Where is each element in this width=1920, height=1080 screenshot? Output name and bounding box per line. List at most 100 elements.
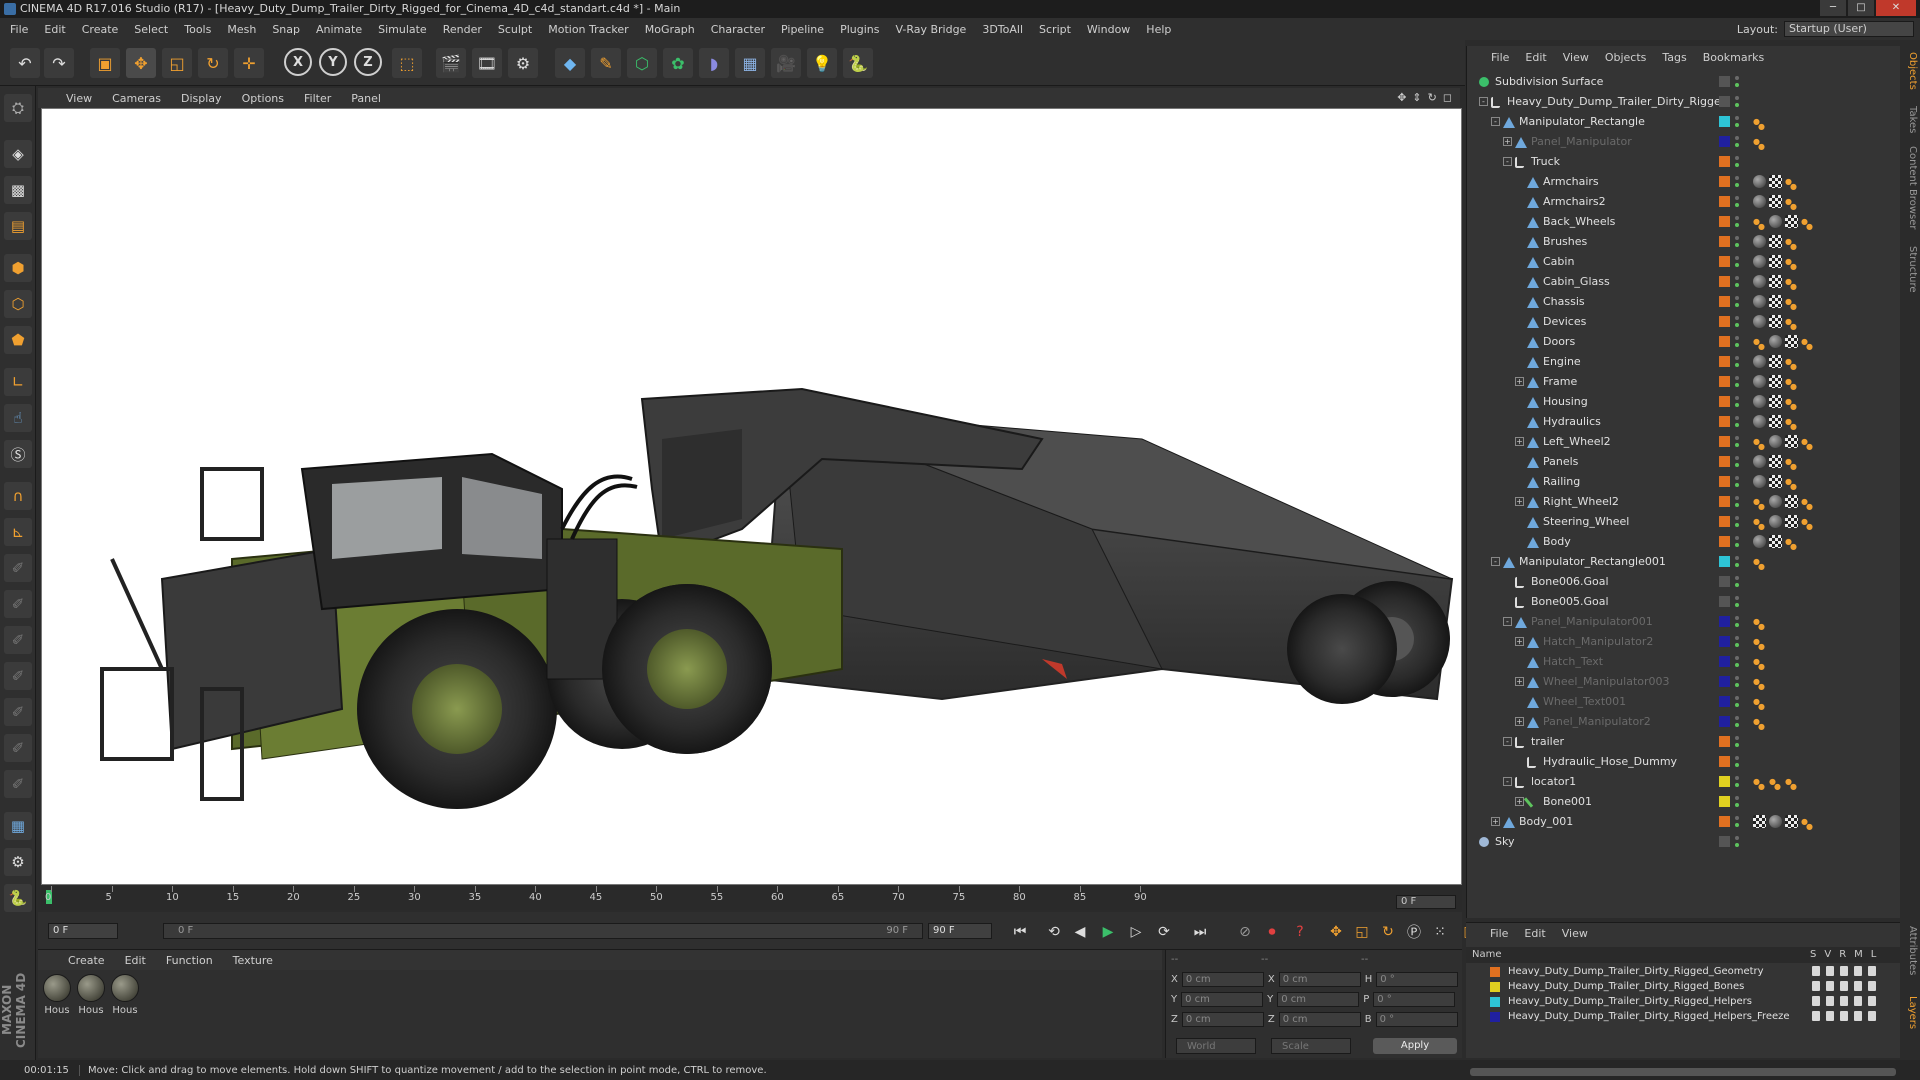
transform-tool-icon[interactable]: ✛: [234, 48, 264, 78]
object-row[interactable]: + Bone001: [1473, 792, 1897, 812]
material-tag-icon[interactable]: [1769, 215, 1782, 228]
material-tag-icon[interactable]: [1769, 815, 1782, 828]
collapse-icon[interactable]: -: [1503, 157, 1512, 166]
material-tag-icon[interactable]: [1753, 295, 1766, 308]
visibility-dots[interactable]: [1735, 116, 1739, 128]
python-script-icon[interactable]: 🐍: [843, 48, 873, 78]
ik-tag-icon[interactable]: [1785, 272, 1798, 297]
key-position-icon[interactable]: ✥: [1324, 920, 1348, 944]
material-tag-icon[interactable]: [1753, 255, 1766, 268]
layer-color-swatch[interactable]: [1719, 156, 1730, 167]
key-parameter-icon[interactable]: Ⓟ: [1402, 920, 1426, 944]
redo-icon[interactable]: ↷: [44, 48, 74, 78]
object-row[interactable]: + Panel_Manipulator2: [1473, 712, 1897, 737]
key-pla-icon[interactable]: ⁙: [1428, 920, 1452, 944]
go-to-end-icon[interactable]: ⏭: [1188, 920, 1212, 944]
visibility-dots[interactable]: [1735, 236, 1739, 248]
points-mode-icon[interactable]: ⬢: [4, 254, 32, 282]
key-scale-icon[interactable]: ◱: [1350, 920, 1374, 944]
object-row[interactable]: Bone005.Goal: [1473, 592, 1897, 612]
scale-tool-icon[interactable]: ◱: [162, 48, 192, 78]
x-axis-lock-button[interactable]: X: [284, 48, 312, 76]
spline-pen-icon[interactable]: ✎: [591, 48, 621, 78]
ik-tag-icon[interactable]: [1753, 212, 1766, 237]
object-row[interactable]: Housing: [1473, 392, 1897, 417]
menu-item-simulate[interactable]: Simulate: [378, 23, 427, 36]
layer-color-swatch[interactable]: [1719, 76, 1730, 87]
menu-item-mograph[interactable]: MoGraph: [645, 23, 695, 36]
object-row[interactable]: Cabin: [1473, 252, 1897, 277]
layer-color-swatch[interactable]: [1719, 236, 1730, 247]
position-value-field[interactable]: 0 cm: [1181, 992, 1264, 1007]
size-mode-dropdown[interactable]: Scale: [1271, 1038, 1351, 1054]
layer-horizontal-scrollbar[interactable]: [1470, 1068, 1896, 1076]
side-tab-content-browser[interactable]: Content Browser: [1902, 146, 1918, 229]
object-row[interactable]: Panels: [1473, 452, 1897, 477]
layer-color-swatch[interactable]: [1490, 997, 1500, 1007]
texture-tag-icon[interactable]: [1769, 235, 1782, 248]
previous-key-icon[interactable]: ⟲: [1042, 920, 1066, 944]
layer-menu-view[interactable]: View: [1562, 927, 1588, 940]
material-tag-icon[interactable]: [1769, 495, 1782, 508]
pose-tool-icon[interactable]: ✐: [4, 590, 32, 618]
position-value-field[interactable]: 0 cm: [1181, 1012, 1264, 1027]
workplane-mode-icon[interactable]: ▤: [4, 212, 32, 240]
floor-environment-icon[interactable]: ▦: [735, 48, 765, 78]
model-mode-icon[interactable]: ◈: [4, 140, 32, 168]
mirror-tool-icon[interactable]: ✐: [4, 698, 32, 726]
move-tool-icon[interactable]: ✥: [126, 48, 156, 78]
grid-lock-icon[interactable]: ▦: [4, 812, 32, 840]
collapse-icon[interactable]: -: [1503, 737, 1512, 746]
size-value-field[interactable]: 0 cm: [1278, 1012, 1361, 1027]
expand-icon[interactable]: +: [1515, 677, 1524, 686]
layer-color-swatch[interactable]: [1719, 316, 1730, 327]
visibility-dots[interactable]: [1735, 556, 1739, 568]
visibility-dots[interactable]: [1735, 416, 1739, 428]
object-row[interactable]: + Frame: [1473, 372, 1897, 397]
ik-tag-icon[interactable]: [1753, 132, 1766, 157]
visibility-dots[interactable]: [1735, 76, 1739, 88]
layer-flag-toggle[interactable]: [1826, 1011, 1834, 1021]
expand-icon[interactable]: +: [1515, 797, 1524, 806]
subdivision-generator-icon[interactable]: ⬡: [627, 48, 657, 78]
side-tab-structure[interactable]: Structure: [1902, 246, 1918, 293]
material-menu-texture[interactable]: Texture: [233, 954, 273, 967]
layer-flag-toggle[interactable]: [1812, 966, 1820, 976]
viewport-menu-panel[interactable]: Panel: [351, 92, 381, 105]
texture-tag-icon[interactable]: [1785, 815, 1798, 828]
layer-color-swatch[interactable]: [1719, 176, 1730, 187]
object-row[interactable]: - Panel_Manipulator001: [1473, 612, 1897, 637]
layer-color-swatch[interactable]: [1490, 967, 1500, 977]
layer-flag-toggle[interactable]: [1854, 996, 1862, 1006]
collapse-icon[interactable]: -: [1479, 97, 1488, 106]
texture-tag-icon[interactable]: [1753, 815, 1766, 828]
material-tag-icon[interactable]: [1753, 195, 1766, 208]
ik-tag-icon[interactable]: [1753, 632, 1766, 657]
layer-color-swatch[interactable]: [1719, 496, 1730, 507]
layer-color-swatch[interactable]: [1719, 396, 1730, 407]
visibility-dots[interactable]: [1735, 716, 1739, 728]
object-row[interactable]: Back_Wheels: [1473, 212, 1897, 237]
menu-item-help[interactable]: Help: [1146, 23, 1171, 36]
brush-tool-icon[interactable]: ✐: [4, 554, 32, 582]
visibility-dots[interactable]: [1735, 356, 1739, 368]
material-tag-icon[interactable]: [1753, 395, 1766, 408]
object-row[interactable]: Hydraulics: [1473, 412, 1897, 437]
collapse-icon[interactable]: -: [1503, 617, 1512, 626]
spline-ik-icon[interactable]: ⚙: [4, 848, 32, 876]
visibility-dots[interactable]: [1735, 396, 1739, 408]
psr-tool-icon[interactable]: ✐: [4, 662, 32, 690]
material-tag-icon[interactable]: [1753, 235, 1766, 248]
object-row[interactable]: Wheel_Text001: [1473, 692, 1897, 717]
texture-tag-icon[interactable]: [1785, 515, 1798, 528]
visibility-dots[interactable]: [1735, 816, 1739, 828]
viewport-menu-display[interactable]: Display: [181, 92, 222, 105]
visibility-dots[interactable]: [1735, 456, 1739, 468]
layer-flag-toggle[interactable]: [1812, 1011, 1820, 1021]
menu-item-motion-tracker[interactable]: Motion Tracker: [548, 23, 628, 36]
layer-flag-toggle[interactable]: [1854, 1011, 1862, 1021]
material-tag-icon[interactable]: [1753, 175, 1766, 188]
layer-color-swatch[interactable]: [1719, 276, 1730, 287]
ik-tag-icon[interactable]: [1785, 472, 1798, 497]
ik-tag-icon[interactable]: [1785, 312, 1798, 337]
